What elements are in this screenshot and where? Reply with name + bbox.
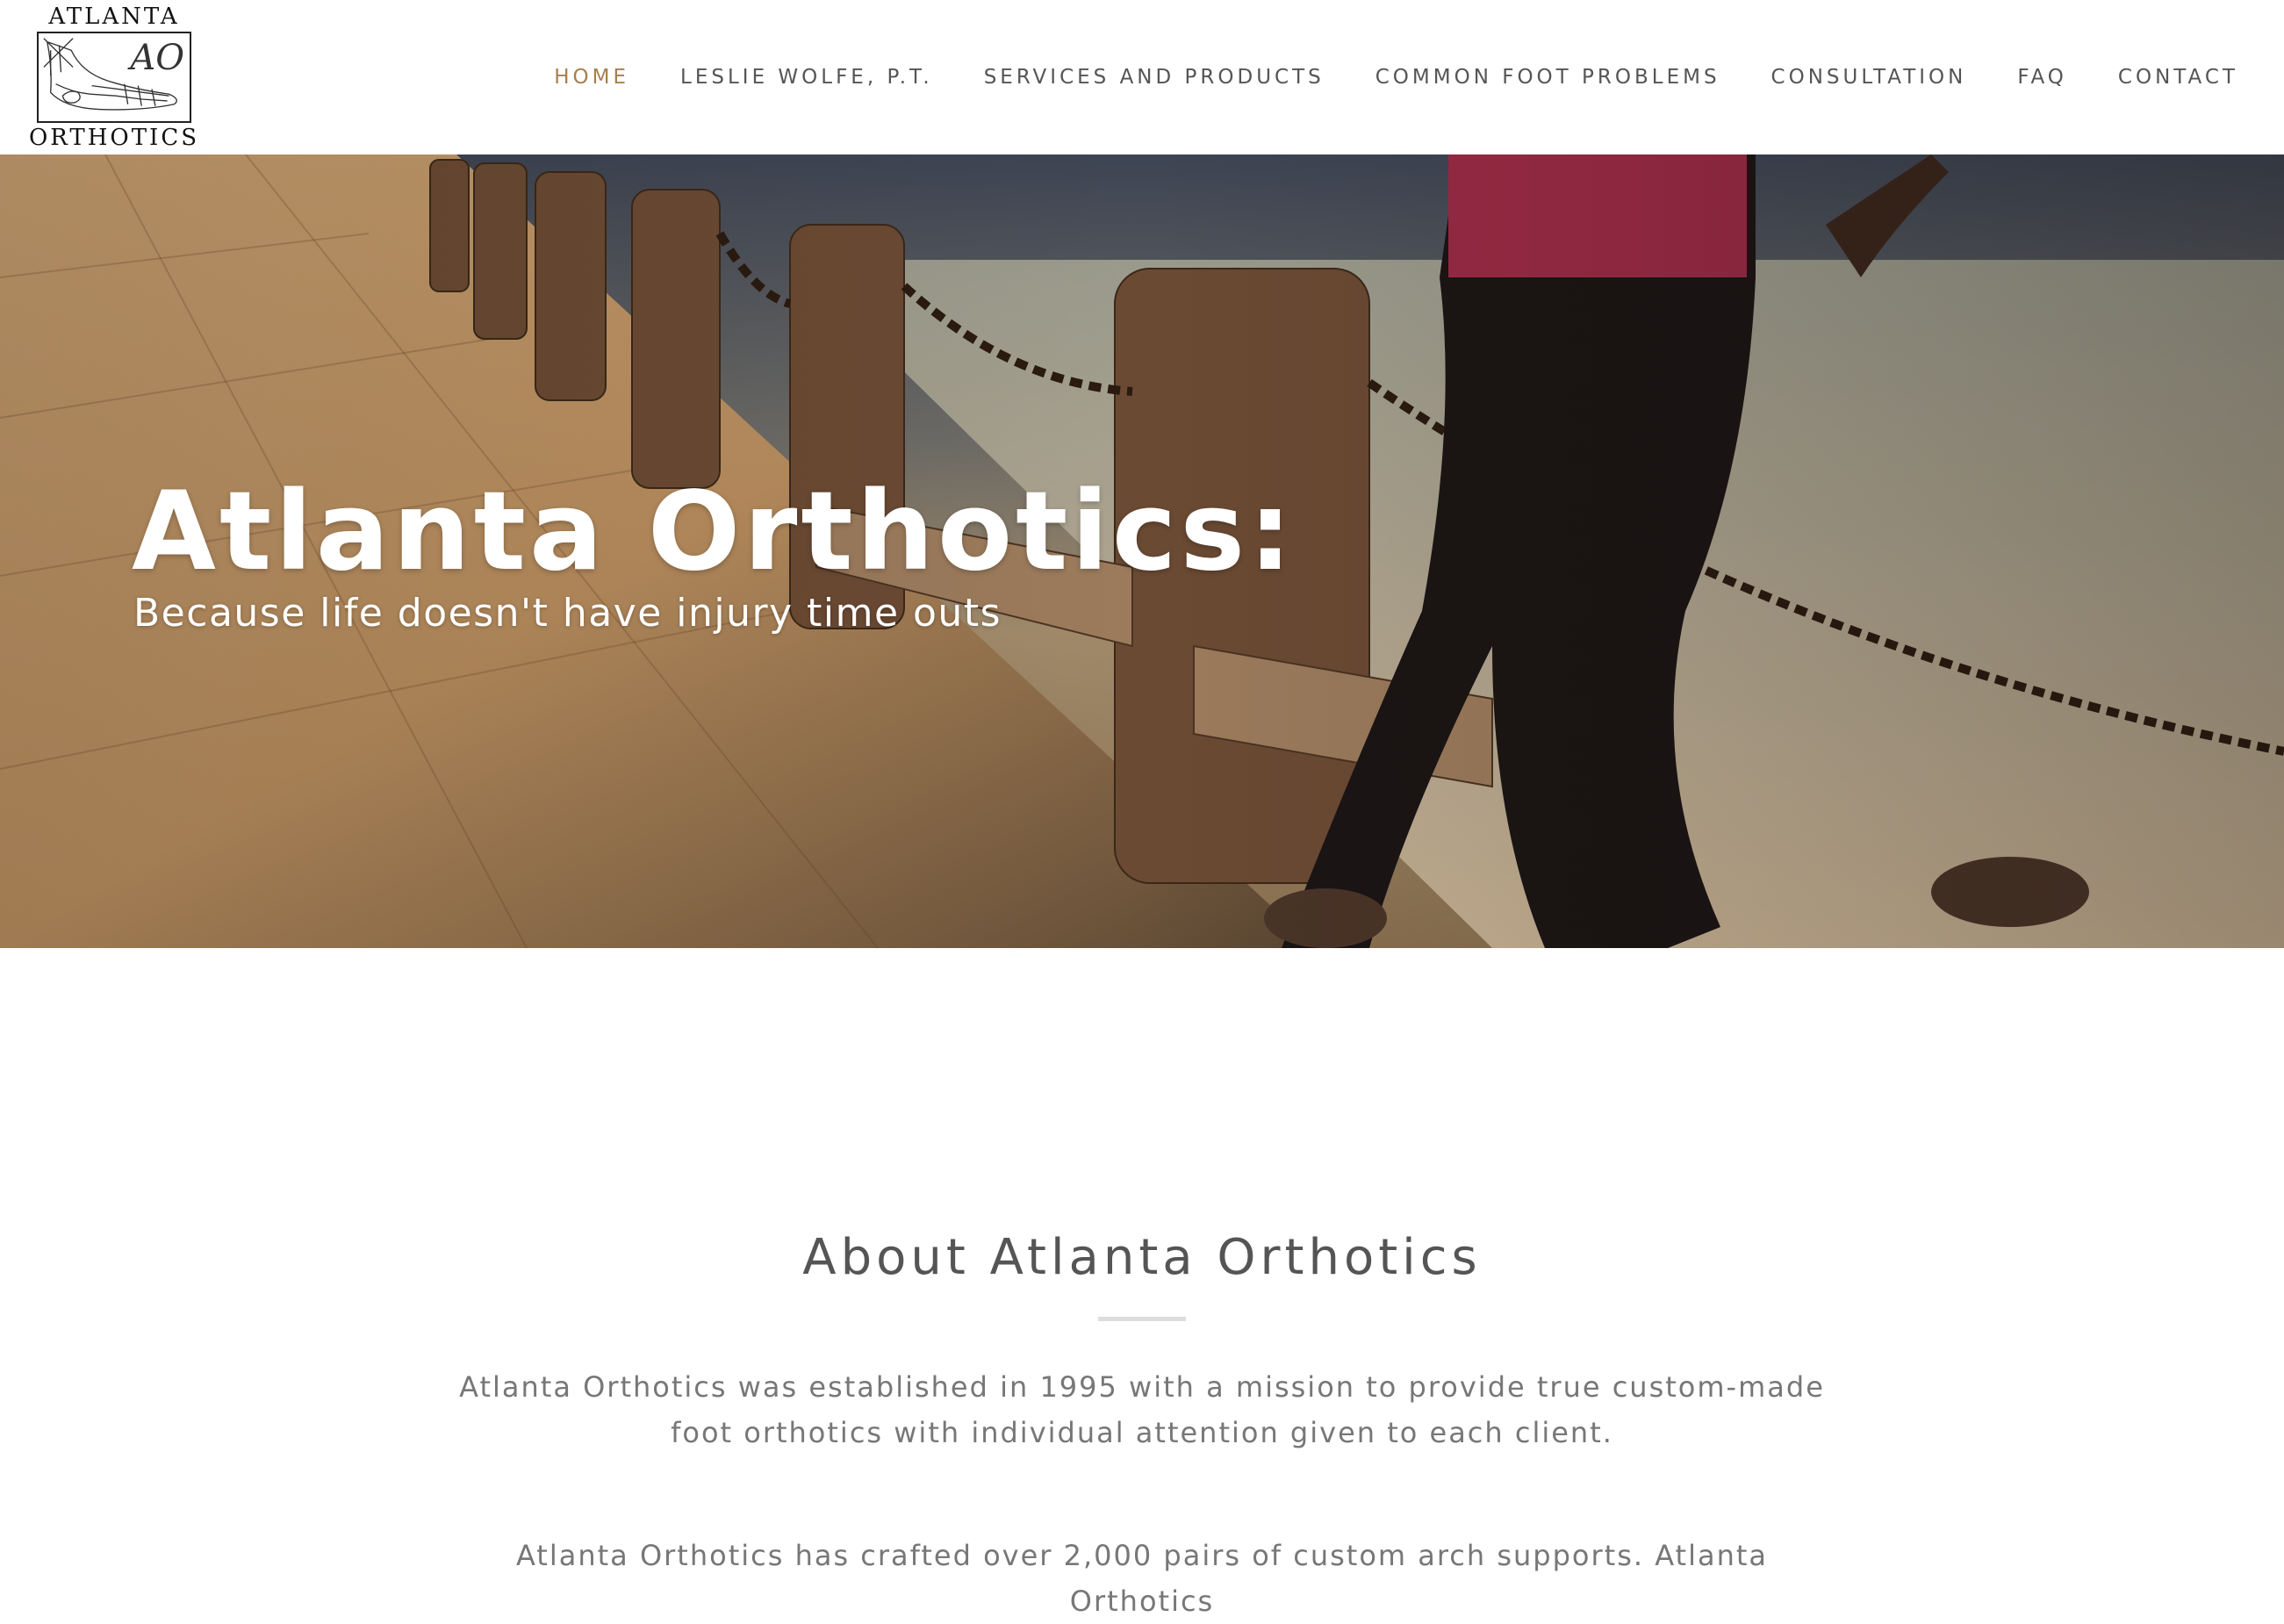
nav-item-contact[interactable]: CONTACT (2118, 66, 2238, 89)
hero-title: Atlanta Orthotics: (132, 469, 1296, 595)
nav-item-consultation[interactable]: CONSULTATION (1771, 66, 1967, 89)
about-paragraph-1: Atlanta Orthotics was established in 199… (459, 1370, 1825, 1449)
nav-item-common-foot-problems[interactable]: COMMON FOOT PROBLEMS (1375, 66, 1720, 89)
logo-top-text: ATLANTA (48, 4, 180, 30)
main-nav: HOME LESLIE WOLFE, P.T. SERVICES AND PRO… (503, 0, 2284, 154)
logo-bottom-text: ORTHOTICS (28, 125, 200, 151)
nav-item-home[interactable]: HOME (554, 66, 629, 89)
site-header: ATLANTA AO ORTHOTICS HOME LESLIE WOLFE, … (0, 0, 2284, 154)
nav-item-faq[interactable]: FAQ (2017, 66, 2067, 89)
nav-item-leslie-wolfe[interactable]: LESLIE WOLFE, P.T. (680, 66, 933, 89)
about-title: About Atlanta Orthotics (802, 1229, 1482, 1286)
foot-skeleton-icon: AO (37, 32, 191, 123)
about-section: About Atlanta Orthotics Atlanta Orthotic… (0, 948, 2284, 1618)
logo-monogram: AO (130, 38, 184, 78)
about-paragraph-2: Atlanta Orthotics has crafted over 2,000… (515, 1539, 1769, 1618)
site-logo[interactable]: ATLANTA AO ORTHOTICS (25, 4, 204, 151)
nav-item-services-and-products[interactable]: SERVICES AND PRODUCTS (984, 66, 1325, 89)
about-divider (1098, 1317, 1186, 1321)
hero-subtitle: Because life doesn't have injury time ou… (133, 591, 1002, 636)
hero-banner: Atlanta Orthotics: Because life doesn't … (0, 154, 2284, 948)
